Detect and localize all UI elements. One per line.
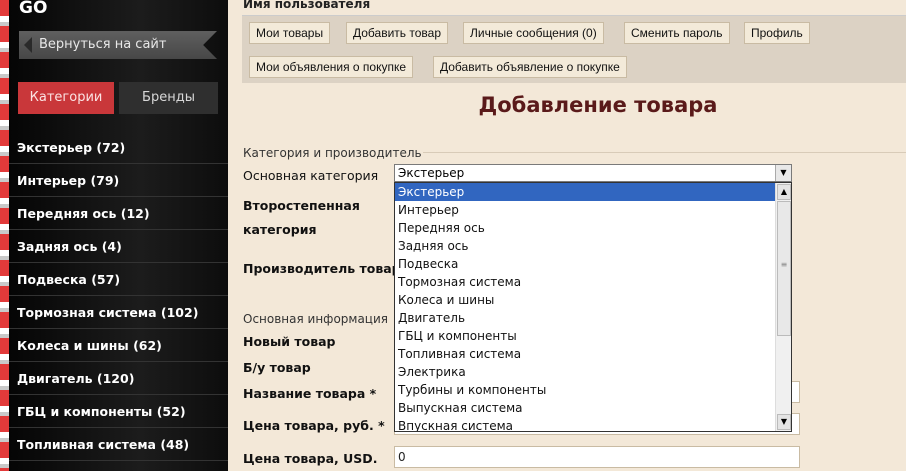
user-menu-panel: Мои товары Добавить товар Личные сообщен…: [242, 15, 906, 83]
section-heading-category: Категория и производитель: [243, 146, 422, 160]
secondary-category-label-2: категория: [243, 222, 317, 237]
main-content: Имя пользователя Мои товары Добавить тов…: [228, 0, 906, 471]
used-product-label: Б/у товар: [243, 360, 311, 375]
my-purchase-ads-button[interactable]: Мои объявления о покупке: [249, 56, 414, 78]
sidebar-item-category[interactable]: Топливная система (48): [9, 428, 228, 461]
back-to-site-button[interactable]: Вернуться на сайт: [19, 31, 217, 59]
dropdown-option[interactable]: Колеса и шины: [395, 291, 791, 309]
dropdown-option[interactable]: Экстерьер: [395, 183, 791, 201]
dropdown-option[interactable]: Передняя ось: [395, 219, 791, 237]
manufacturer-label: Производитель товара: [243, 261, 410, 276]
add-purchase-ad-button[interactable]: Добавить объявление о покупке: [433, 56, 627, 78]
change-password-button[interactable]: Сменить пароль: [624, 22, 730, 44]
dropdown-option[interactable]: Впускная система: [395, 417, 791, 431]
dropdown-option[interactable]: Задняя ось: [395, 237, 791, 255]
sidebar-item-category[interactable]: Задняя ось (4): [9, 230, 228, 263]
dropdown-option[interactable]: Подвеска: [395, 255, 791, 273]
dropdown-option[interactable]: Топливная система: [395, 345, 791, 363]
new-product-label: Новый товар: [243, 334, 336, 349]
profile-button[interactable]: Профиль: [744, 22, 810, 44]
category-dropdown-list[interactable]: Экстерьер Интерьер Передняя ось Задняя о…: [394, 182, 792, 432]
divider: [423, 152, 906, 153]
sidebar: GO Вернуться на сайт Категории Бренды Эк…: [9, 0, 228, 471]
sidebar-item-category[interactable]: Интерьер (79): [9, 164, 228, 197]
dropdown-option[interactable]: Тормозная система: [395, 273, 791, 291]
dropdown-option[interactable]: Турбины и компоненты: [395, 381, 791, 399]
dropdown-option[interactable]: Интерьер: [395, 201, 791, 219]
page-title: Добавление товара: [478, 93, 718, 117]
scroll-up-icon[interactable]: ▲: [777, 184, 791, 200]
logo: GO: [19, 0, 48, 18]
dropdown-option[interactable]: Электрика: [395, 363, 791, 381]
price-rub-label: Цена товара, руб. *: [243, 418, 385, 433]
dropdown-scrollbar[interactable]: ▲ ≡ ▼: [775, 183, 791, 431]
user-name: Имя пользователя: [243, 0, 371, 11]
scroll-thumb[interactable]: ≡: [777, 201, 791, 336]
main-category-select[interactable]: Экстерьер ▼: [394, 164, 792, 182]
scroll-down-icon[interactable]: ▼: [777, 414, 791, 430]
main-category-label: Основная категория: [243, 168, 379, 183]
sidebar-item-category[interactable]: Экстерьер (72): [9, 131, 228, 164]
chevron-down-icon[interactable]: ▼: [775, 165, 791, 181]
add-product-button[interactable]: Добавить товар: [346, 22, 448, 44]
sidebar-item-category[interactable]: ГБЦ и компоненты (52): [9, 395, 228, 428]
secondary-category-label: Второстепенная: [243, 198, 360, 213]
sidebar-item-category[interactable]: Передняя ось (12): [9, 197, 228, 230]
category-list: Экстерьер (72) Интерьер (79) Передняя ос…: [9, 131, 228, 461]
sidebar-item-category[interactable]: Двигатель (120): [9, 362, 228, 395]
tab-brands[interactable]: Бренды: [119, 82, 218, 114]
sidebar-item-category[interactable]: Подвеска (57): [9, 263, 228, 296]
dropdown-option[interactable]: ГБЦ и компоненты: [395, 327, 791, 345]
private-messages-button[interactable]: Личные сообщения (0): [463, 22, 604, 44]
main-category-value: Экстерьер: [398, 166, 465, 180]
tab-categories[interactable]: Категории: [18, 82, 114, 114]
my-products-button[interactable]: Мои товары: [249, 22, 331, 44]
left-stripe-decoration: [0, 0, 9, 471]
section-heading-basic-info: Основная информация: [243, 312, 388, 326]
sidebar-item-category[interactable]: Тормозная система (102): [9, 296, 228, 329]
dropdown-option[interactable]: Выпускная система: [395, 399, 791, 417]
price-usd-label: Цена товара, USD.: [243, 451, 378, 466]
dropdown-option[interactable]: Двигатель: [395, 309, 791, 327]
product-name-label: Название товара *: [243, 386, 377, 401]
sidebar-item-category[interactable]: Колеса и шины (62): [9, 329, 228, 362]
price-usd-input[interactable]: 0: [394, 446, 800, 468]
